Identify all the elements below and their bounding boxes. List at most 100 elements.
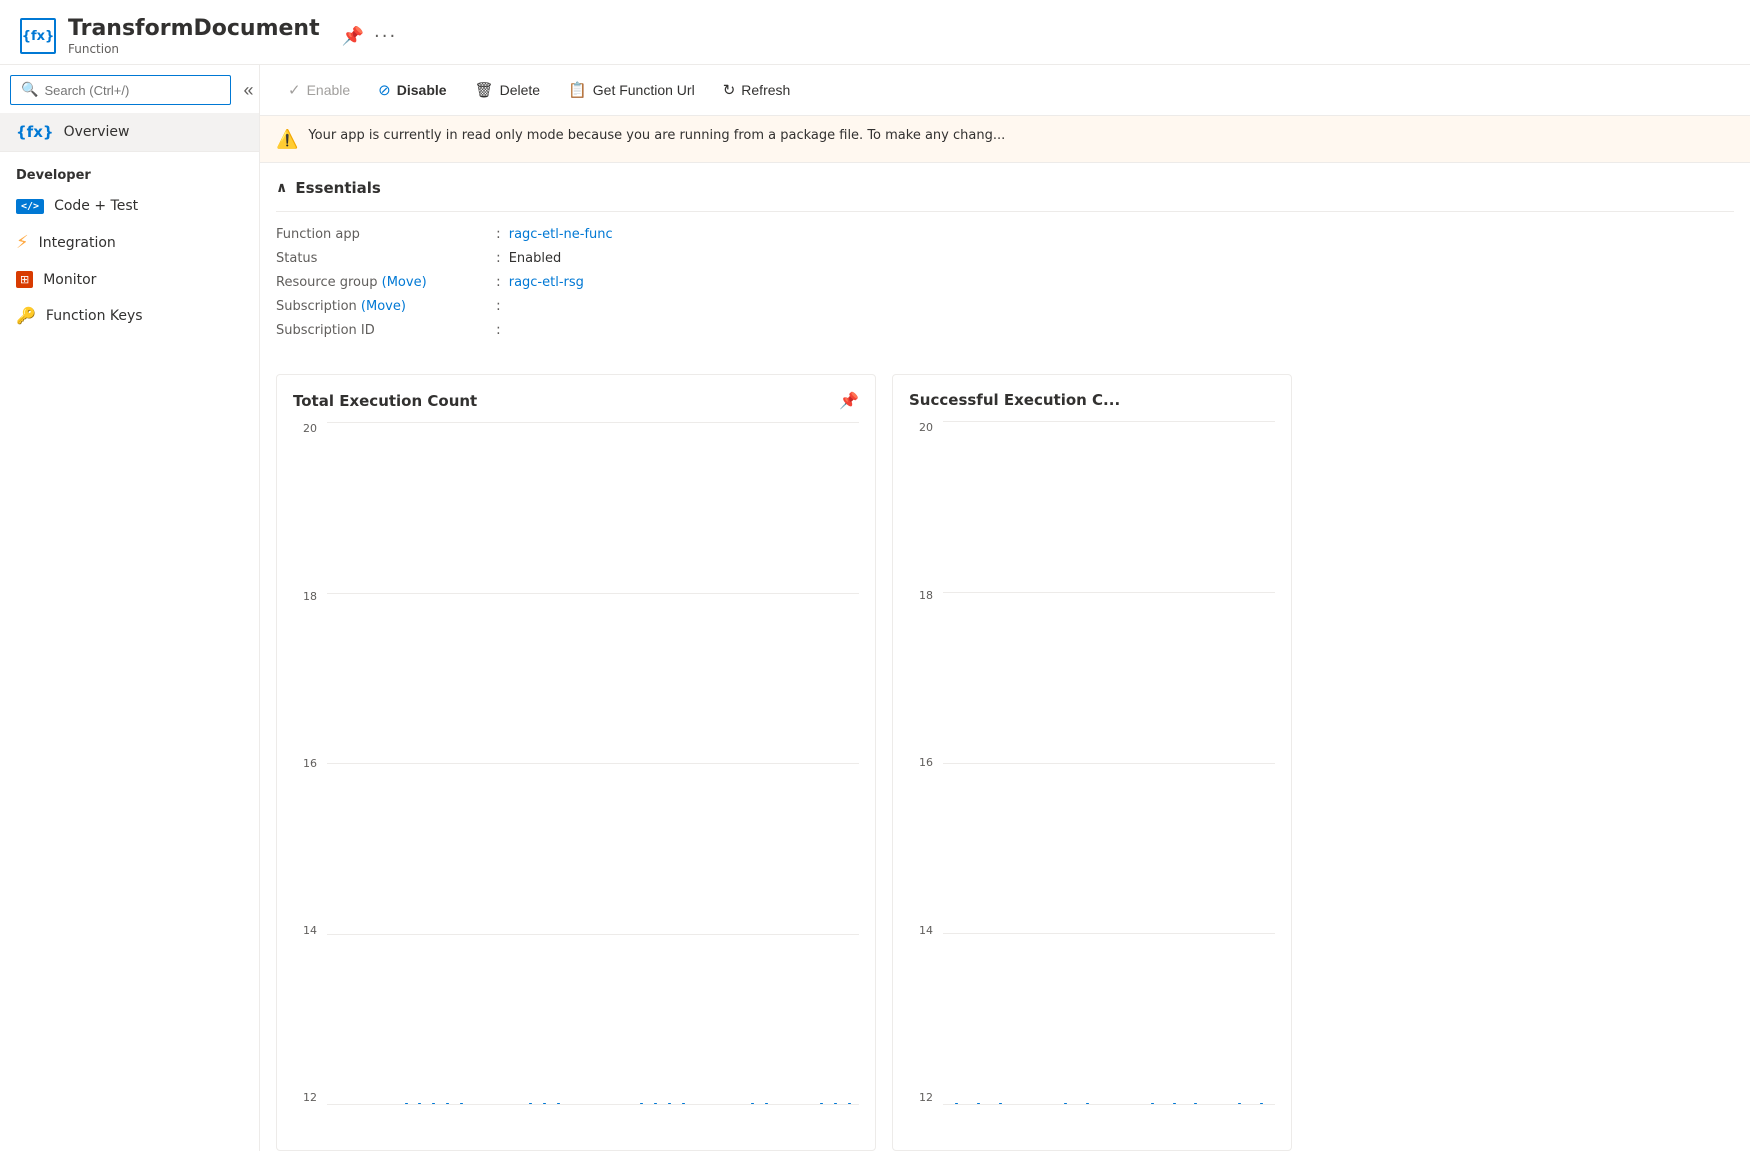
search-input-wrapper[interactable]: 🔍: [10, 75, 231, 105]
bar: [446, 1103, 449, 1104]
delete-label: Delete: [500, 82, 540, 98]
status-value: Enabled: [509, 251, 562, 266]
chart-successful-execution: Successful Execution C... 20 18 16 14 12: [892, 374, 1292, 1151]
bar-group-15: [525, 1103, 537, 1104]
sidebar-item-function-keys-label: Function Keys: [46, 308, 143, 324]
refresh-icon: ↻: [723, 81, 736, 99]
chart-successful-body: 20 18 16 14 12: [909, 421, 1275, 1134]
s-bar-12: [1186, 1103, 1206, 1104]
y-label-s-14: 14: [919, 924, 933, 937]
trash-icon: 🗑: [475, 81, 494, 99]
check-icon: ✓: [288, 81, 301, 99]
app-header: {fx} TransformDocument Function 📌 ···: [0, 0, 1750, 65]
bar-group-8: [428, 1103, 440, 1104]
bar: [1260, 1103, 1263, 1104]
get-function-url-label: Get Function Url: [593, 82, 695, 98]
grid-line-s-4: [943, 1104, 1275, 1105]
bar: [432, 1103, 435, 1104]
s-bar-7: [1077, 1103, 1097, 1104]
chart-total-pin-icon[interactable]: 📌: [839, 391, 859, 410]
bar: [418, 1103, 421, 1104]
bar-group-7: [414, 1103, 426, 1104]
delete-button[interactable]: 🗑 Delete: [463, 75, 553, 105]
bar: [557, 1103, 560, 1104]
refresh-button[interactable]: ↻ Refresh: [711, 75, 803, 105]
bar: [1151, 1103, 1154, 1104]
chevron-up-icon: ∧: [276, 180, 287, 196]
essentials-header[interactable]: ∧ Essentials: [276, 179, 1734, 197]
get-function-url-button[interactable]: 📋 Get Function Url: [556, 75, 707, 105]
chart-successful-bars: [943, 421, 1275, 1104]
warning-icon: ⚠️: [276, 129, 298, 150]
collapse-sidebar-button[interactable]: «: [237, 78, 259, 103]
bar-group-36: [816, 1103, 828, 1104]
s-bar-10: [1143, 1103, 1163, 1104]
y-label-s-18: 18: [919, 589, 933, 602]
function-app-value[interactable]: ragc-etl-ne-func: [509, 227, 613, 242]
y-axis-successful: 20 18 16 14 12: [909, 421, 939, 1104]
monitor-icon: ⊞: [16, 271, 33, 288]
bar-group-6: [400, 1103, 412, 1104]
s-bar-6: [1056, 1103, 1076, 1104]
y-label-s-20: 20: [919, 421, 933, 434]
disable-icon: ⊘: [378, 81, 391, 99]
header-actions: 📌 ···: [342, 26, 398, 47]
chart-total-header: Total Execution Count 📌: [293, 391, 859, 410]
sidebar-item-code-test[interactable]: </> Code + Test: [0, 189, 259, 223]
chart-successful-header: Successful Execution C...: [909, 391, 1275, 409]
bar: [1238, 1103, 1241, 1104]
y-label-12: 12: [303, 1091, 317, 1104]
bar-group-9: [442, 1103, 454, 1104]
bar-group-24: [649, 1103, 661, 1104]
s-bar-15: [1251, 1103, 1271, 1104]
app-title: TransformDocument: [68, 16, 320, 42]
y-label-16: 16: [303, 757, 317, 770]
bar: [654, 1103, 657, 1104]
toolbar: ✓ Enable ⊘ Disable 🗑 Delete 📋 Get Functi…: [260, 65, 1750, 116]
bar: [834, 1103, 837, 1104]
search-input[interactable]: [44, 83, 220, 98]
bar: [460, 1103, 463, 1104]
sidebar-item-code-test-label: Code + Test: [54, 198, 138, 214]
bar: [999, 1103, 1002, 1104]
bar-group-31: [746, 1103, 758, 1104]
disable-label: Disable: [397, 82, 447, 98]
bar: [765, 1103, 768, 1104]
bar-group-23: [636, 1103, 648, 1104]
key-icon: 🔑: [16, 306, 36, 325]
bar-group-10: [456, 1103, 468, 1104]
more-options-icon[interactable]: ···: [374, 26, 397, 47]
refresh-label: Refresh: [741, 82, 790, 98]
sidebar-item-monitor[interactable]: ⊞ Monitor: [0, 262, 259, 297]
sidebar-item-integration[interactable]: ⚡ Integration: [0, 223, 259, 262]
search-bar-row: 🔍 «: [0, 65, 259, 113]
s-bar-2: [969, 1103, 989, 1104]
content-area: ✓ Enable ⊘ Disable 🗑 Delete 📋 Get Functi…: [260, 65, 1750, 1151]
y-axis-total: 20 18 16 14 12: [293, 422, 323, 1104]
function-app-colon: :: [496, 226, 501, 242]
sidebar-item-function-keys[interactable]: 🔑 Function Keys: [0, 297, 259, 334]
y-label-14: 14: [303, 924, 317, 937]
bar: [977, 1103, 980, 1104]
pin-icon[interactable]: 📌: [342, 26, 364, 47]
s-bar-14: [1230, 1103, 1250, 1104]
bar-group-38: [843, 1103, 855, 1104]
chart-successful-title: Successful Execution C...: [909, 391, 1120, 409]
subscription-label: Subscription (Move): [276, 299, 496, 314]
sidebar-item-overview[interactable]: {fx} Overview: [0, 113, 259, 151]
function-icon: {fx}: [16, 123, 54, 141]
bar: [1173, 1103, 1176, 1104]
bar: [640, 1103, 643, 1104]
essentials-section: ∧ Essentials Function app : ragc-etl-ne-…: [260, 163, 1750, 354]
disable-button[interactable]: ⊘ Disable: [366, 75, 458, 105]
bar: [543, 1103, 546, 1104]
bar-group-16: [539, 1103, 551, 1104]
sidebar-section-developer: Developer: [0, 151, 259, 189]
essentials-row-status: Status : Enabled: [276, 250, 1734, 266]
y-label-20: 20: [303, 422, 317, 435]
function-app-label: Function app: [276, 227, 496, 242]
bar: [955, 1103, 958, 1104]
enable-button[interactable]: ✓ Enable: [276, 75, 362, 105]
y-label-18: 18: [303, 590, 317, 603]
resource-group-value[interactable]: ragc-etl-rsg: [509, 275, 584, 290]
